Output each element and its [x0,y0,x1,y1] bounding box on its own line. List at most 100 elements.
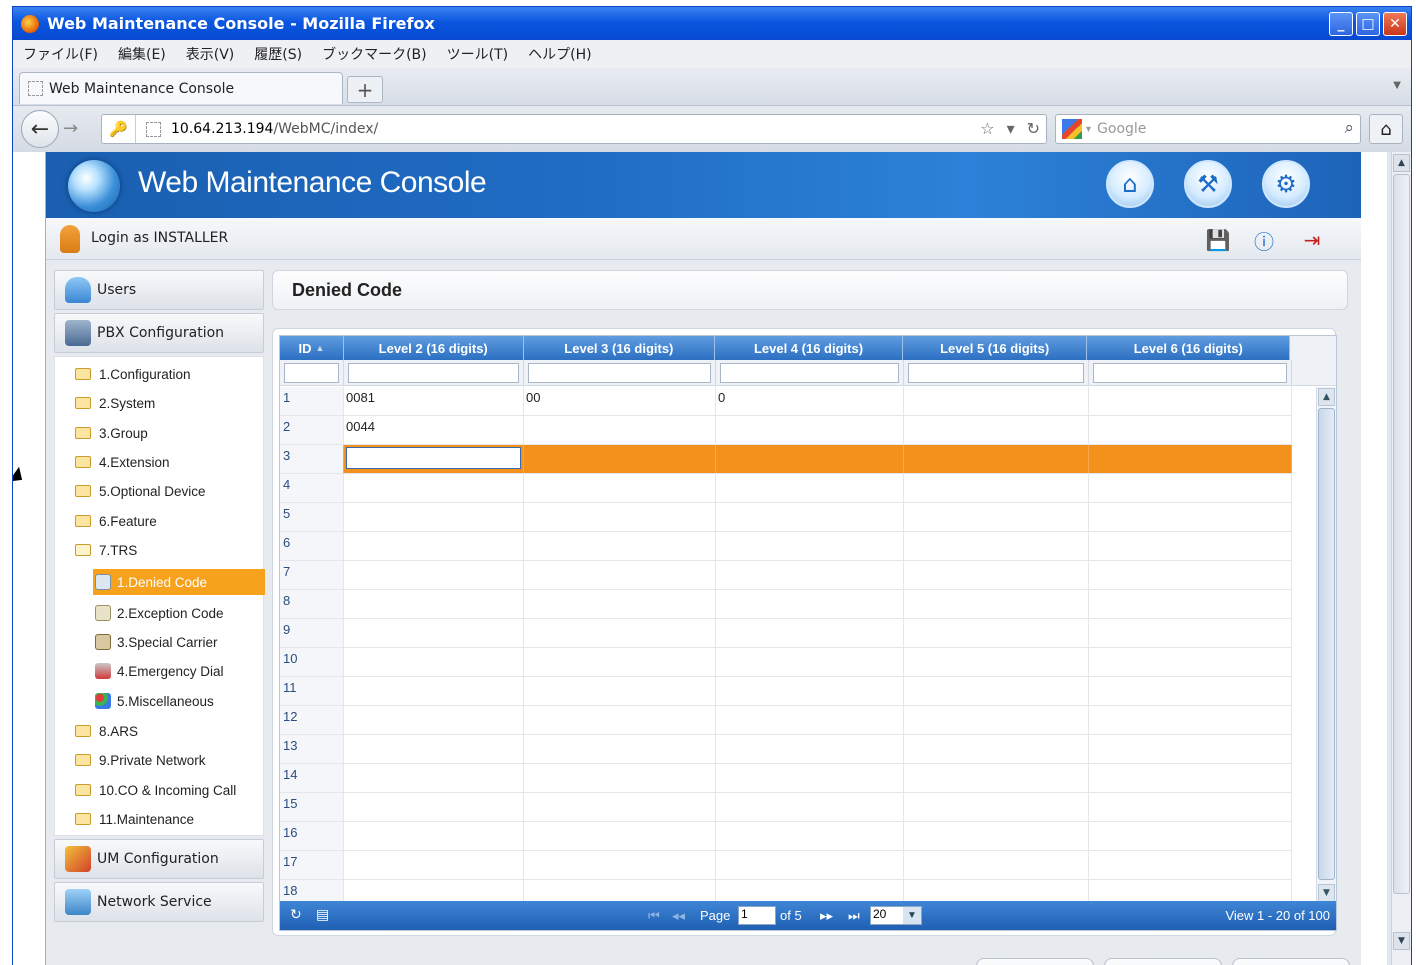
home-icon[interactable]: ⌂ [1106,160,1154,208]
table-cell[interactable] [904,735,1089,763]
tree-item-emergency-dial[interactable]: 4.Emergency Dial [95,658,224,684]
table-cell[interactable] [716,619,904,647]
table-row[interactable]: 5 [280,503,1292,532]
table-cell[interactable] [1089,561,1292,589]
table-cell[interactable] [904,851,1089,879]
table-cell[interactable] [904,677,1089,705]
table-cell[interactable] [716,474,904,502]
column-header-level-5[interactable]: Level 5 (16 digits) [903,336,1088,360]
table-cell[interactable] [904,445,1089,473]
table-cell[interactable] [1089,851,1292,879]
tools-icon[interactable]: ⚒ [1184,160,1232,208]
table-cell[interactable] [524,561,716,589]
sidebar-section-users[interactable]: Users [54,270,264,310]
info-icon[interactable]: ⓘ [1250,226,1278,254]
table-row[interactable]: 15 [280,793,1292,822]
table-cell[interactable] [716,590,904,618]
table-row[interactable]: 14 [280,764,1292,793]
table-cell[interactable] [716,851,904,879]
table-cell[interactable]: 0 [716,387,904,415]
refresh-icon[interactable]: ↻ [290,906,302,923]
table-cell[interactable] [1089,532,1292,560]
page-scroll-down-icon[interactable]: ▼ [1393,932,1410,950]
dropdown-arrow-icon[interactable]: ▾ [1007,119,1015,138]
table-row[interactable]: 16 [280,822,1292,851]
table-cell[interactable] [904,648,1089,676]
menu-bookmarks[interactable]: ブックマーク(B) [322,44,427,64]
table-row[interactable]: 17 [280,851,1292,880]
table-cell[interactable] [1089,735,1292,763]
page-scroll-thumb[interactable] [1393,174,1410,894]
table-cell[interactable] [344,735,524,763]
google-icon[interactable] [1062,119,1082,139]
table-row[interactable]: 12 [280,706,1292,735]
search-dropdown-icon[interactable]: ▾ [1086,124,1091,135]
table-cell[interactable] [716,561,904,589]
search-box[interactable]: ▾ Google ⌕ [1055,114,1361,144]
save-icon[interactable]: 💾 [1204,226,1232,254]
search-icon[interactable]: ⌕ [1344,118,1354,138]
table-cell[interactable] [524,474,716,502]
settings-gear-icon[interactable]: ⚙ [1262,160,1310,208]
table-cell[interactable] [904,416,1089,444]
sidebar-section-network-service[interactable]: Network Service [54,882,264,922]
cancel-button[interactable] [1104,958,1222,965]
tree-item-denied-code[interactable]: 1.Denied Code [93,569,265,595]
sidebar-section-um-configuration[interactable]: UM Configuration [54,839,264,879]
column-header-level-6[interactable]: Level 6 (16 digits) [1087,336,1291,360]
last-page-icon[interactable]: ⏭ [848,908,860,924]
scroll-up-icon[interactable]: ▲ [1318,388,1335,406]
sidebar-section-pbx-configuration[interactable]: PBX Configuration [54,313,264,353]
table-cell[interactable] [1089,677,1292,705]
table-cell[interactable] [904,706,1089,734]
table-row[interactable]: 11 [280,677,1292,706]
grid-scrollbar[interactable]: ▲ ▼ [1316,387,1336,903]
site-identity-icon[interactable]: 🔑 [102,115,136,143]
table-cell[interactable] [716,503,904,531]
table-cell[interactable] [524,851,716,879]
filter-input-level-2[interactable] [348,363,519,383]
url-bar[interactable]: 🔑 10.64.213.194 /WebMC/index/ ☆ ▾ ↻ [101,114,1047,144]
table-cell[interactable] [716,532,904,560]
table-row[interactable]: 7 [280,561,1292,590]
page-scrollbar[interactable]: ▲ ▼ [1391,152,1411,965]
table-cell[interactable] [344,445,524,473]
next-page-icon[interactable]: ▸▸ [820,908,833,924]
tree-item-co-incoming-call[interactable]: 10.CO & Incoming Call [75,777,236,803]
table-row[interactable]: 2 0044 [280,416,1292,445]
menu-tools[interactable]: ツール(T) [447,44,508,64]
page-number-input[interactable]: 1 [738,906,776,925]
table-cell[interactable] [904,503,1089,531]
table-cell[interactable] [344,503,524,531]
table-cell[interactable] [524,503,716,531]
column-header-level-3[interactable]: Level 3 (16 digits) [524,336,716,360]
table-cell[interactable] [1089,474,1292,502]
table-cell[interactable] [524,590,716,618]
table-cell[interactable] [344,561,524,589]
table-cell[interactable] [524,445,716,473]
table-cell[interactable] [344,474,524,502]
table-cell[interactable] [716,764,904,792]
table-row[interactable]: 9 [280,619,1292,648]
tree-item-private-network[interactable]: 9.Private Network [75,747,206,773]
table-cell[interactable]: 0044 [344,416,524,444]
prev-page-icon[interactable]: ◂◂ [672,908,685,924]
table-cell[interactable] [1089,503,1292,531]
tree-item-exception-code[interactable]: 2.Exception Code [95,600,224,626]
table-cell[interactable] [716,416,904,444]
column-header-level-2[interactable]: Level 2 (16 digits) [344,336,524,360]
minimize-button[interactable]: _ [1329,12,1353,36]
table-cell[interactable] [904,793,1089,821]
table-cell[interactable] [344,706,524,734]
back-button[interactable]: ← [21,110,59,148]
table-row[interactable]: 1 0081 00 0 [280,387,1292,416]
tree-item-system[interactable]: 2.System [75,390,155,416]
logout-icon[interactable]: ⇥ [1298,226,1326,254]
table-cell[interactable] [344,648,524,676]
table-cell[interactable] [904,474,1089,502]
new-tab-button[interactable]: + [347,76,383,103]
first-page-icon[interactable]: ⏮ [648,908,660,924]
tree-item-trs[interactable]: 7.TRS [75,537,137,563]
chevron-down-icon[interactable]: ▼ [903,907,921,924]
menu-help[interactable]: ヘルプ(H) [528,44,591,64]
